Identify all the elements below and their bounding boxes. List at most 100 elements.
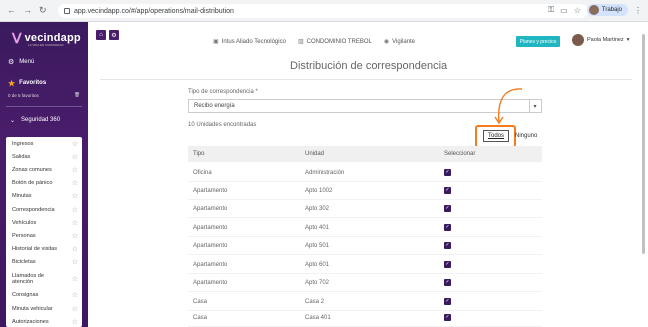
type-select[interactable]: Recibo energía [188, 99, 530, 113]
select-all-button[interactable]: Todos [483, 130, 509, 142]
user-name: Paola Martinez [587, 37, 624, 43]
sidebar-item-label: Autorizaciones [12, 318, 49, 325]
trash-icon[interactable]: 🗑 [74, 92, 80, 98]
sidebar-item[interactable]: Ingresos ☆ [6, 137, 82, 150]
column-header-seleccionar: Seleccionar [444, 151, 476, 157]
row-checkbox[interactable]: ✓ [444, 224, 451, 231]
condo-icon: ▥ [297, 39, 304, 45]
favorites-count: 0 de 5 favoritos [8, 92, 39, 98]
logo-mark-icon: ᐯ [12, 29, 22, 46]
sidebar-item[interactable]: Historial de visitas ☆ [6, 243, 82, 256]
star-outline-icon[interactable]: ☆ [72, 291, 78, 299]
sidebar-item[interactable]: Consignas ☆ [6, 289, 82, 302]
highlight-arrow [494, 88, 523, 125]
table-row: Apartamento Apto 501 ✓ [188, 237, 542, 255]
star-outline-icon[interactable]: ☆ [72, 206, 78, 214]
sidebar-submenu: Ingresos ☆ Salidas ☆ Zonas comunes ☆ Botón … [6, 137, 82, 327]
star-outline-icon[interactable]: ☆ [72, 219, 78, 227]
back-icon[interactable]: ← [7, 5, 16, 16]
scrollbar-thumb[interactable] [642, 34, 645, 254]
sidebar-item[interactable]: Correspondencia ☆ [6, 203, 82, 216]
table-row: Apartamento Apto 702 ✓ [188, 274, 542, 292]
sidebar-item-label: Llamados de atención [12, 272, 45, 285]
sidebar-item[interactable]: Llamados de atención ☆ [6, 269, 82, 289]
star-outline-icon[interactable]: ☆ [72, 258, 78, 266]
cell-tipo: Apartamento [193, 280, 228, 286]
menu-toggle[interactable]: ⚙ Menú [0, 54, 88, 70]
site-info-icon[interactable] [64, 8, 70, 14]
sidebar-item[interactable]: Minuta vehicular ☆ [6, 302, 82, 315]
company-info: ▣ Intus Aliado Tecnológico [213, 38, 286, 45]
cast-icon[interactable]: ▭ [560, 6, 568, 15]
cell-unidad: Apto 1002 [305, 188, 333, 194]
type-select-value: Recibo energía [194, 103, 235, 109]
row-checkbox[interactable]: ✓ [444, 279, 451, 286]
row-checkbox[interactable]: ✓ [444, 205, 451, 212]
select-none-button[interactable]: Ninguno [515, 133, 537, 139]
sidebar-item-label: Zonas comunes [12, 166, 52, 173]
cell-tipo: Oficina [193, 170, 212, 176]
browser-menu-icon[interactable]: ⋮ [634, 6, 642, 15]
row-checkbox[interactable]: ✓ [444, 169, 451, 176]
cell-unidad: Administración [305, 170, 345, 176]
profile-button[interactable]: Trabajo [586, 4, 628, 16]
bookmark-star-icon[interactable]: ☆ [574, 6, 581, 15]
settings-icon[interactable]: ⚙ [109, 30, 119, 40]
favorites-header[interactable]: ★ Favoritos [0, 76, 88, 90]
type-label: Tipo de correspondencia * [188, 89, 258, 95]
star-outline-icon[interactable]: ☆ [72, 153, 78, 161]
star-outline-icon[interactable]: ☆ [72, 166, 78, 174]
row-checkbox[interactable]: ✓ [444, 298, 451, 305]
role-name: Vigilante [392, 39, 416, 45]
reload-icon[interactable]: ↻ [39, 5, 47, 16]
user-menu[interactable]: Paola Martinez ▾ [572, 34, 629, 46]
table-header: Tipo Unidad Seleccionar [188, 146, 542, 162]
browser-toolbar: ← → ↻ app.vecindapp.co/#/app/operations/… [0, 0, 648, 22]
sidebar-item[interactable]: Vehículos ☆ [6, 216, 82, 229]
table-row: Apartamento Apto 401 ✓ [188, 219, 542, 237]
profile-label: Trabajo [601, 7, 622, 13]
row-checkbox[interactable]: ✓ [444, 314, 451, 321]
star-outline-icon[interactable]: ☆ [72, 232, 78, 240]
home-icon[interactable]: ⌂ [96, 30, 106, 40]
column-header-tipo: Tipo [193, 151, 205, 157]
sidebar-item[interactable]: Minutas ☆ [6, 190, 82, 203]
sidebar-item[interactable]: Zonas comunes ☆ [6, 163, 82, 176]
star-outline-icon[interactable]: ☆ [72, 140, 78, 148]
chevron-down-icon: ⌄ [10, 117, 16, 124]
building-icon: ▣ [213, 39, 219, 45]
cell-tipo: Apartamento [193, 262, 228, 268]
star-outline-icon[interactable]: ☆ [72, 305, 78, 313]
cell-tipo: Apartamento [193, 188, 228, 194]
address-bar[interactable]: app.vecindapp.co/#/app/operations/mail-d… [58, 4, 588, 18]
row-checkbox[interactable]: ✓ [444, 261, 451, 268]
brand-tagline: LA VIDA EN COMUNIDAD [28, 43, 64, 47]
star-outline-icon[interactable]: ☆ [72, 318, 78, 326]
section-seguridad-360[interactable]: ⌄ Seguridad 360 [0, 113, 88, 127]
sidebar-item-label: Salidas [12, 153, 31, 160]
chevron-down-icon[interactable]: ▾ [529, 99, 542, 113]
cell-unidad: Casa 2 [305, 299, 325, 305]
company-name: Intus Aliado Tecnológico [221, 39, 286, 45]
sidebar-item-label: Correspondencia [12, 206, 55, 213]
key-icon[interactable]: ⚿ [548, 5, 554, 15]
sidebar-item[interactable]: Salidas ☆ [6, 150, 82, 163]
star-outline-icon[interactable]: ☆ [72, 275, 78, 283]
star-outline-icon[interactable]: ☆ [72, 179, 78, 187]
row-checkbox[interactable]: ✓ [444, 242, 451, 249]
cell-tipo: Casa [193, 299, 208, 305]
title-divider [100, 79, 632, 80]
plans-button[interactable]: Planes y precios [516, 36, 560, 47]
sidebar-item[interactable]: Personas ☆ [6, 229, 82, 242]
star-outline-icon[interactable]: ☆ [72, 245, 78, 253]
forward-icon[interactable]: → [23, 5, 32, 16]
brand-logo[interactable]: ᐯ vecindapp LA VIDA EN COMUNIDAD [0, 22, 88, 54]
page-scrollbar[interactable] [642, 24, 646, 324]
sidebar-item-label: Historial de visitas [12, 246, 58, 253]
sidebar-item[interactable]: Botón de pánico ☆ [6, 177, 82, 190]
cell-unidad: Apto 501 [305, 243, 330, 249]
sidebar-item[interactable]: Autorizaciones ☆ [6, 315, 82, 327]
row-checkbox[interactable]: ✓ [444, 187, 451, 194]
sidebar-item[interactable]: Bicicletas ☆ [6, 256, 82, 269]
star-outline-icon[interactable]: ☆ [72, 192, 78, 200]
